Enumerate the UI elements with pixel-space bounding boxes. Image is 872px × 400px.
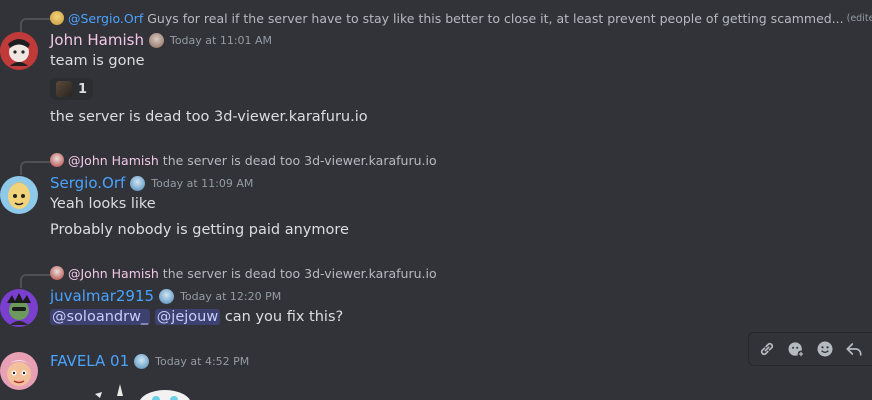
reply-text: Guys for real if the server have to stay…	[147, 10, 844, 26]
sticker-image[interactable]	[90, 384, 200, 400]
avatar-art	[0, 32, 38, 70]
username[interactable]: FAVELA 01	[50, 352, 129, 370]
reply-spine	[20, 161, 52, 175]
timestamp[interactable]: Today at 4:52 PM	[155, 355, 249, 368]
mention[interactable]: @jejouw	[154, 309, 221, 325]
timestamp[interactable]: Today at 12:20 PM	[180, 290, 281, 303]
message-header: juvalmar2915 Today at 12:20 PM	[50, 287, 281, 305]
avatar-art	[0, 176, 38, 214]
reaction-count: 1	[78, 81, 88, 97]
avatar[interactable]	[0, 32, 38, 70]
chat-area: @Sergio.Orf Guys for real if the server …	[0, 0, 872, 400]
timestamp[interactable]: Today at 11:09 AM	[151, 177, 253, 190]
reply-spine	[20, 18, 52, 32]
copy-link-button[interactable]	[756, 338, 778, 360]
edited-label: (edited)	[846, 12, 872, 24]
reply-spine	[20, 274, 52, 288]
reaction-emoji-icon	[56, 81, 72, 97]
avatar[interactable]	[0, 289, 38, 327]
avatar[interactable]	[0, 176, 38, 214]
message-header: John Hamish Today at 11:01 AM	[50, 31, 272, 49]
reply-text: the server is dead too 3d-viewer.karafur…	[162, 265, 437, 281]
role-icon[interactable]	[134, 353, 150, 369]
message-header: Sergio.Orf Today at 11:09 AM	[50, 174, 253, 192]
message-text: Yeah looks like	[50, 196, 156, 212]
reply-preview[interactable]: @Sergio.Orf Guys for real if the server …	[50, 9, 872, 27]
message-tail: can you fix this?	[224, 309, 344, 325]
reply-avatar	[50, 153, 64, 167]
emoji-icon	[817, 341, 833, 357]
avatar[interactable]	[0, 352, 38, 390]
avatar-art	[0, 352, 38, 390]
reply-author[interactable]: @John Hamish	[68, 153, 159, 168]
reply-author[interactable]: @John Hamish	[68, 266, 159, 281]
mention[interactable]: @soloandrw_	[50, 309, 151, 325]
username[interactable]: Sergio.Orf	[50, 174, 125, 192]
message-header: FAVELA 01 Today at 4:52 PM	[50, 352, 249, 370]
link-icon	[761, 342, 774, 356]
username[interactable]: juvalmar2915	[50, 287, 154, 305]
avatar-art	[0, 289, 38, 327]
message-text: Probably nobody is getting paid anymore	[50, 222, 349, 238]
role-icon[interactable]	[130, 175, 146, 191]
message-text: team is gone	[50, 53, 145, 69]
add-super-reaction-button[interactable]	[785, 338, 807, 360]
timestamp[interactable]: Today at 11:01 AM	[170, 34, 272, 47]
reply-preview[interactable]: @John Hamish the server is dead too 3d-v…	[50, 264, 437, 282]
reaction-button[interactable]: 1	[50, 78, 94, 100]
add-reaction-icon	[788, 342, 805, 358]
reply-avatar	[50, 11, 64, 25]
reply-button[interactable]	[843, 338, 865, 360]
reply-author[interactable]: @Sergio.Orf	[68, 11, 143, 26]
add-reaction-button[interactable]	[814, 338, 836, 360]
reply-icon	[846, 343, 862, 356]
reply-avatar	[50, 266, 64, 280]
role-icon[interactable]	[148, 32, 164, 48]
reply-text: the server is dead too 3d-viewer.karafur…	[162, 152, 437, 168]
role-icon[interactable]	[159, 288, 175, 304]
username[interactable]: John Hamish	[50, 31, 144, 49]
message-text: the server is dead too 3d-viewer.karafur…	[50, 109, 368, 125]
reply-preview[interactable]: @John Hamish the server is dead too 3d-v…	[50, 151, 437, 169]
message-actions-toolbar	[748, 332, 872, 366]
message-text: @soloandrw_ @jejouw can you fix this?	[50, 309, 343, 325]
